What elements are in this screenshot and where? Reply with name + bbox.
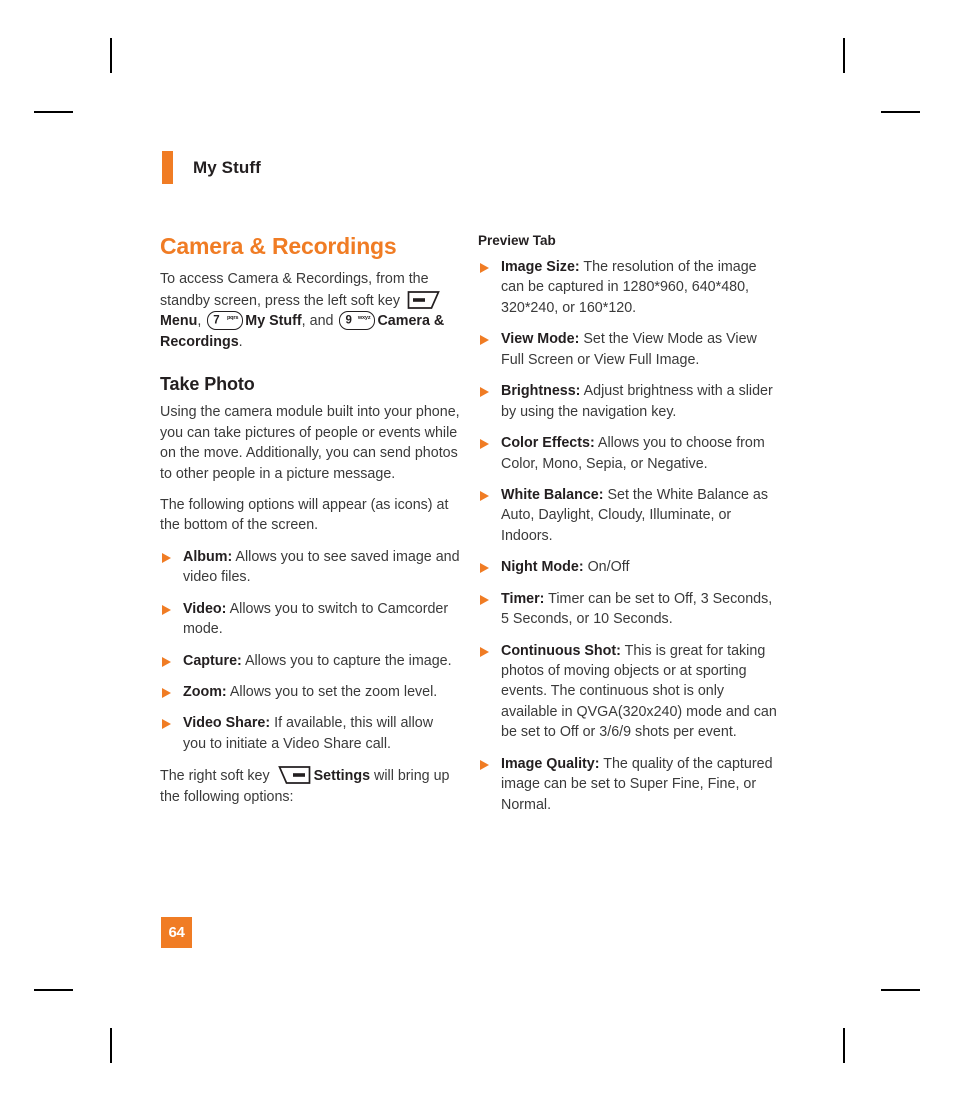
list-item-desc: Allows you to capture the image.: [241, 652, 452, 669]
triangle-bullet-icon: [480, 263, 489, 273]
list-item: Video: Allows you to switch to Camcorder…: [160, 599, 460, 640]
key-9-letters: wxyz: [357, 314, 371, 321]
triangle-bullet-icon: [480, 563, 489, 574]
take-photo-heading: Take Photo: [160, 374, 255, 395]
preview-tab-heading: Preview Tab: [478, 233, 556, 248]
list-item-term: Color Effects:: [501, 435, 595, 452]
list-item-term: Night Mode:: [501, 559, 584, 576]
triangle-bullet-icon: [480, 439, 489, 450]
list-item-term: Brightness:: [501, 383, 581, 400]
key-7-letters: pqrs: [226, 314, 239, 321]
left-column: Camera & Recordings To access Camera & R…: [160, 233, 460, 818]
list-item-term: Image Quality:: [501, 755, 600, 772]
intro-and-text: , and: [301, 313, 338, 330]
list-item-term: Video Share:: [183, 715, 271, 732]
list-item-term: White Balance:: [501, 486, 604, 503]
running-head: My Stuff: [162, 151, 261, 184]
list-item-term: Continuous Shot:: [501, 642, 621, 659]
triangle-bullet-icon: [480, 759, 489, 770]
menu-label: Menu: [160, 313, 198, 330]
left-soft-key-icon: [407, 290, 441, 310]
key-9-wxyz-icon: 9 wxyz: [339, 311, 376, 331]
intro-period: .: [238, 333, 243, 350]
list-item: Color Effects: Allows you to choose from…: [478, 433, 778, 474]
take-photo-paragraph-2: The following options will appear (as ic…: [160, 496, 449, 534]
my-stuff-label: My Stuff: [245, 313, 302, 330]
list-item: Brightness: Adjust brightness with a sli…: [478, 381, 778, 422]
triangle-bullet-icon: [480, 387, 489, 398]
key-7-number: 7: [213, 314, 220, 327]
list-item-term: Capture:: [183, 652, 242, 669]
running-head-title: My Stuff: [193, 157, 261, 177]
camera-options-list: Album: Allows you to see saved image and…: [160, 547, 460, 755]
triangle-bullet-icon: [162, 719, 171, 730]
crop-mark-top-left-vertical: [110, 38, 112, 73]
list-item: Image Quality: The quality of the captur…: [478, 754, 778, 815]
list-item-desc: Allows you to set the zoom level.: [226, 684, 438, 700]
intro-paragraph: To access Camera & Recordings, from the …: [160, 269, 460, 352]
preview-tab-options-list: Image Size: The resolution of the image …: [478, 257, 778, 815]
list-item-desc: On/Off: [583, 559, 630, 576]
settings-paragraph: The right soft key Settings will bring u…: [160, 765, 460, 807]
right-soft-key-icon: [277, 765, 311, 785]
list-item: Zoom: Allows you to set the zoom level.: [160, 682, 460, 702]
page-number-badge: 64: [161, 917, 192, 948]
crop-mark-bottom-right-horizontal: [881, 989, 920, 991]
list-item: Continuous Shot: This is great for takin…: [478, 641, 778, 743]
list-item: Night Mode: On/Off: [478, 557, 778, 577]
triangle-bullet-icon: [162, 688, 171, 698]
list-item-term: Video:: [183, 600, 227, 617]
settings-text-before-key: The right soft key: [160, 768, 274, 785]
triangle-bullet-icon: [480, 594, 489, 605]
list-item: White Balance: Set the White Balance as …: [478, 485, 778, 546]
running-head-accent-bar: [162, 151, 173, 184]
list-item-term: Image Size:: [501, 259, 580, 275]
list-item: Image Size: The resolution of the image …: [478, 257, 778, 318]
list-item-term: Album:: [183, 548, 233, 565]
crop-mark-bottom-left-horizontal: [34, 989, 73, 991]
triangle-bullet-icon: [480, 646, 489, 657]
page-title: Camera & Recordings: [160, 233, 397, 259]
triangle-bullet-icon: [480, 490, 489, 501]
list-item-term: View Mode:: [501, 331, 580, 348]
list-item: Capture: Allows you to capture the image…: [160, 651, 460, 671]
triangle-bullet-icon: [162, 656, 171, 667]
list-item: Album: Allows you to see saved image and…: [160, 547, 460, 588]
take-photo-paragraph-1: Using the camera module built into your …: [160, 404, 460, 482]
triangle-bullet-icon: [162, 552, 171, 563]
crop-mark-bottom-left-vertical: [110, 1028, 112, 1063]
triangle-bullet-icon: [480, 335, 489, 346]
settings-label: Settings: [313, 768, 371, 785]
crop-mark-bottom-right-vertical: [843, 1028, 845, 1063]
intro-text-before-softkey: To access Camera & Recordings, from the …: [160, 271, 429, 309]
crop-mark-top-right-horizontal: [881, 111, 920, 113]
list-item-term: Zoom:: [183, 684, 227, 700]
intro-comma: ,: [197, 313, 206, 330]
crop-mark-top-left-horizontal: [34, 111, 73, 113]
list-item: Video Share: If available, this will all…: [160, 713, 460, 754]
right-column: Preview Tab Image Size: The resolution o…: [478, 233, 778, 826]
list-item-term: Timer:: [501, 590, 545, 607]
triangle-bullet-icon: [162, 604, 171, 615]
list-item: View Mode: Set the View Mode as View Ful…: [478, 329, 778, 370]
key-9-number: 9: [345, 314, 352, 327]
key-7-pqrs-icon: 7 pqrs: [207, 311, 244, 331]
list-item: Timer: Timer can be set to Off, 3 Second…: [478, 589, 778, 630]
crop-mark-top-right-vertical: [843, 38, 845, 73]
